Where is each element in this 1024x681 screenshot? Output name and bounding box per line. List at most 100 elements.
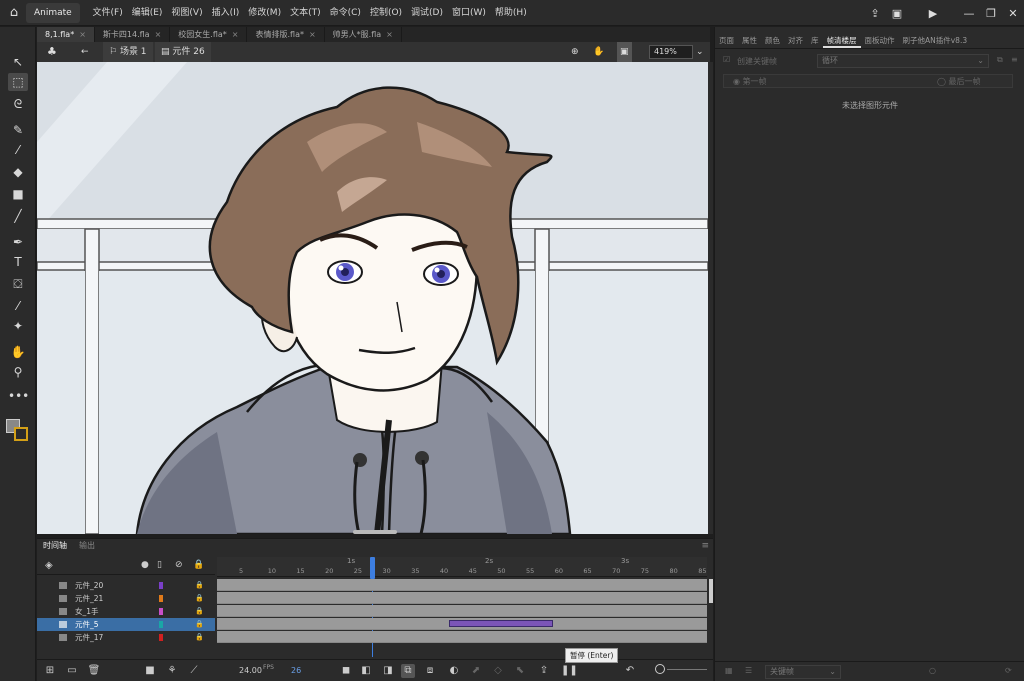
layer-row[interactable]: 元件_20 🔒	[37, 579, 215, 592]
lock-all-icon[interactable]: 🔒	[193, 560, 204, 570]
pin-tool-icon[interactable]: ✦	[8, 317, 28, 335]
close-tab-icon[interactable]: ×	[386, 30, 393, 39]
doc-tab[interactable]: 校园女生.fla* ×	[170, 27, 248, 42]
minimize-icon[interactable]: —	[958, 7, 980, 20]
menu-window[interactable]: 窗口(W)	[448, 0, 491, 26]
rectangle-tool-icon[interactable]: ■	[8, 185, 28, 203]
menu-control[interactable]: 控制(O)	[365, 0, 406, 26]
delete-layer-icon[interactable]: 🗑	[87, 664, 101, 678]
parenting-icon[interactable]: ⚘	[165, 664, 179, 678]
tab-align[interactable]: 对齐	[784, 33, 807, 48]
new-layer-icon[interactable]: ⊞	[43, 664, 57, 678]
test-movie-icon[interactable]: ▶	[922, 7, 944, 20]
frame-ruler[interactable]: 1s 2s 3s 5 10 15 20 25 30 35 40 45 50 55 60 65 70 75 80…	[217, 557, 707, 577]
panel-menu-icon[interactable]: ≡	[701, 541, 709, 551]
layer-row[interactable]: 女_1手 🔒	[37, 605, 215, 618]
menu-commands[interactable]: 命令(C)	[325, 0, 365, 26]
tab-plugin[interactable]: 刷子他AN插件v8.3	[899, 33, 972, 48]
list-view-icon[interactable]: ☰	[745, 666, 752, 675]
vertical-scrollbar-track[interactable]	[708, 62, 713, 534]
back-arrow-icon[interactable]: ←	[81, 42, 89, 62]
outline-icon[interactable]: ▯	[157, 560, 162, 570]
paint-brush-icon[interactable]: ⁄	[8, 141, 28, 159]
first-frame-radio[interactable]: ◉ 第一帧	[733, 76, 767, 87]
eraser-tool-icon[interactable]: ◆	[8, 163, 28, 181]
home-icon[interactable]: ⌂	[6, 5, 22, 21]
tab-output[interactable]: 输出	[73, 539, 101, 553]
layer-color-swatch[interactable]	[159, 634, 163, 641]
last-frame-radio[interactable]: ◯ 最后一帧	[937, 76, 981, 87]
horizontal-scrollbar[interactable]	[353, 530, 397, 534]
close-icon[interactable]: ✕	[1002, 7, 1024, 20]
eyedropper-icon[interactable]: ⁄	[8, 297, 28, 315]
slider-knob-icon[interactable]: ○	[929, 666, 936, 675]
lock-icon[interactable]: 🔒	[195, 592, 204, 605]
zoom-tool-icon[interactable]: ⚲	[8, 363, 28, 381]
layer-row[interactable]: 元件_17 🔒	[37, 631, 215, 644]
close-tab-icon[interactable]: ×	[232, 30, 239, 39]
menu-debug[interactable]: 调试(D)	[407, 0, 448, 26]
menu-file[interactable]: 文件(F)	[88, 0, 127, 26]
settings-icon[interactable]: ≡	[1011, 55, 1018, 64]
zoom-select[interactable]: 419%	[649, 45, 693, 59]
doc-tab[interactable]: 帅男人*服.fla ×	[325, 27, 402, 42]
frame-span[interactable]	[217, 592, 707, 604]
sync-icon[interactable]: ⇪	[537, 664, 551, 678]
lock-icon[interactable]: 🔒	[195, 579, 204, 592]
workspace-icon[interactable]: ▣	[886, 7, 908, 20]
zoom-slider-knob[interactable]	[655, 664, 665, 674]
tab-frame-picker[interactable]: 帧清楼层	[822, 33, 861, 48]
loop-select[interactable]: 循环 ⌄	[817, 54, 989, 68]
scene-breadcrumb[interactable]: ⚐ 场景 1	[103, 42, 153, 62]
lock-icon[interactable]: 🔒	[195, 631, 204, 644]
menu-edit[interactable]: 编辑(E)	[127, 0, 167, 26]
reload-icon[interactable]: ⟳	[1005, 666, 1012, 675]
layer-row[interactable]: 元件_21 🔒	[37, 592, 215, 605]
grid-view-icon[interactable]: ▦	[725, 666, 733, 675]
camera-icon[interactable]: ■	[143, 664, 157, 678]
keyframe-select[interactable]: 关键帧 ⌄	[765, 665, 841, 679]
layer-row-selected[interactable]: 元件_5 🔒	[37, 618, 215, 631]
blank-keyframe-icon[interactable]: ◇	[491, 664, 505, 678]
menu-text[interactable]: 文本(T)	[286, 0, 326, 26]
doc-tab[interactable]: 表情排版.fla* ×	[247, 27, 325, 42]
frame-span[interactable]	[217, 631, 707, 643]
playhead[interactable]	[370, 557, 375, 579]
loop-icon[interactable]: ◐	[447, 664, 461, 678]
clip-stage-icon[interactable]: ▣	[617, 42, 632, 62]
selection-tool-icon[interactable]: ↖	[8, 53, 28, 71]
highlight-icon[interactable]: ●	[141, 560, 149, 570]
tab-pages[interactable]: 页面	[715, 33, 738, 48]
layer-color-swatch[interactable]	[159, 595, 163, 602]
frame-span[interactable]	[217, 579, 707, 591]
lock-icon[interactable]: 🔒	[195, 605, 204, 618]
prev-frame-icon[interactable]: ◧	[359, 664, 373, 678]
edit-multiple-frames-icon[interactable]: ⧈	[423, 664, 437, 678]
lock-icon[interactable]: 🔒	[195, 618, 204, 631]
close-tab-icon[interactable]: ×	[309, 30, 316, 39]
stage-canvas[interactable]	[37, 62, 708, 534]
fill-color-swatch[interactable]	[14, 427, 28, 441]
frame-span[interactable]	[217, 605, 707, 617]
clear-keyframe-icon[interactable]: ⬉	[513, 664, 527, 678]
share-icon[interactable]: ⇪	[864, 7, 886, 20]
center-stage-icon[interactable]: ⊕	[571, 42, 579, 62]
doc-tab[interactable]: 斯卡四14.fla ×	[95, 27, 171, 42]
tab-panel-actions[interactable]: 面板动作	[861, 33, 899, 48]
tab-library[interactable]: 库	[807, 33, 823, 48]
insert-keyframe-icon[interactable]: ⬈	[469, 664, 483, 678]
free-transform-tool-icon[interactable]: ⬚	[8, 73, 28, 91]
tween-span[interactable]	[449, 620, 553, 627]
hand-tool-icon[interactable]: ✋	[8, 343, 28, 361]
menu-insert[interactable]: 插入(I)	[207, 0, 244, 26]
graph-icon[interactable]: ⟋	[187, 664, 201, 678]
pen-tool-icon[interactable]: ✒	[8, 233, 28, 251]
visibility-icon[interactable]: ⊘	[175, 560, 183, 570]
symbol-breadcrumb[interactable]: ▤ 元件 26	[155, 42, 211, 62]
current-frame[interactable]: 26	[291, 666, 301, 675]
close-tab-icon[interactable]: ×	[79, 30, 86, 39]
menu-modify[interactable]: 修改(M)	[244, 0, 286, 26]
app-tab[interactable]: Animate	[26, 3, 80, 23]
first-frame-icon[interactable]: ◼	[339, 664, 353, 678]
more-tools-icon[interactable]: •••	[8, 387, 29, 405]
